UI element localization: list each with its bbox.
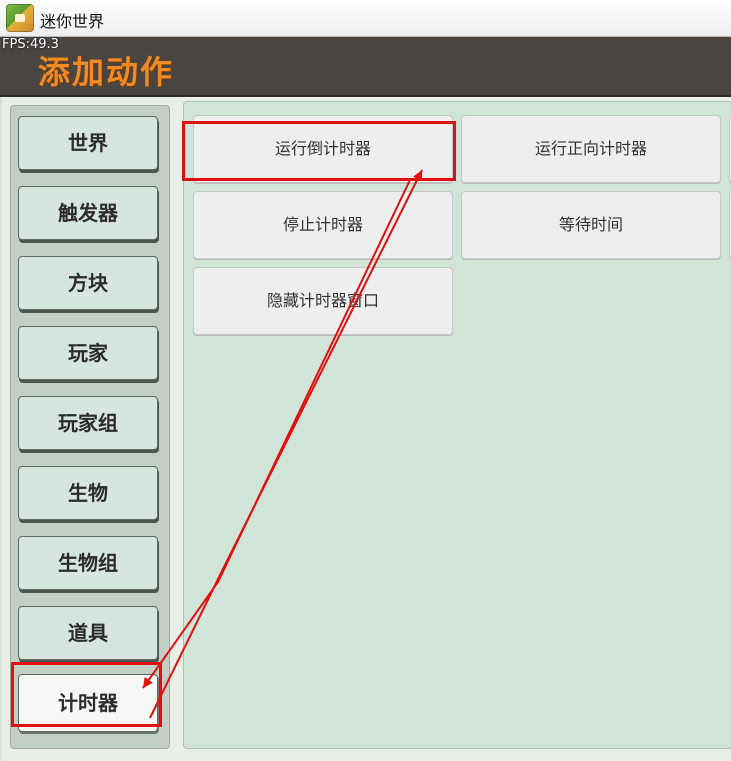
category-player-group-button[interactable]: 玩家组 [18,396,158,450]
window-titlebar: 迷你世界 [0,0,731,37]
highlight-box-action [182,121,456,181]
category-item-button[interactable]: 道具 [18,606,158,660]
category-block-button[interactable]: 方块 [18,256,158,310]
action-stop-timer[interactable]: 停止计时器 [193,191,453,259]
category-creature-button[interactable]: 生物 [18,466,158,520]
page-title: 添加动作 [38,53,175,91]
app-icon [6,4,34,32]
category-sidebar[interactable]: 世界 触发器 方块 玩家 玩家组 生物 生物组 道具 计时器 [10,105,170,749]
category-player-button[interactable]: 玩家 [18,326,158,380]
action-wait-time[interactable]: 等待时间 [461,191,721,259]
category-creature-group-button[interactable]: 生物组 [18,536,158,590]
category-world-button[interactable]: 世界 [18,116,158,170]
category-trigger-button[interactable]: 触发器 [18,186,158,240]
window-title: 迷你世界 [40,12,105,31]
action-run-forward-timer[interactable]: 运行正向计时器 [461,115,721,183]
highlight-box-category [11,662,162,727]
header-bar: 添加动作 [0,37,731,97]
action-panel: 运行倒计时器 运行正向计时器 停止计时器 等待时间 隐藏计时器窗口 [183,101,731,749]
fps-counter: FPS:49.3 [2,37,59,52]
action-hide-timer-window[interactable]: 隐藏计时器窗口 [193,267,453,335]
